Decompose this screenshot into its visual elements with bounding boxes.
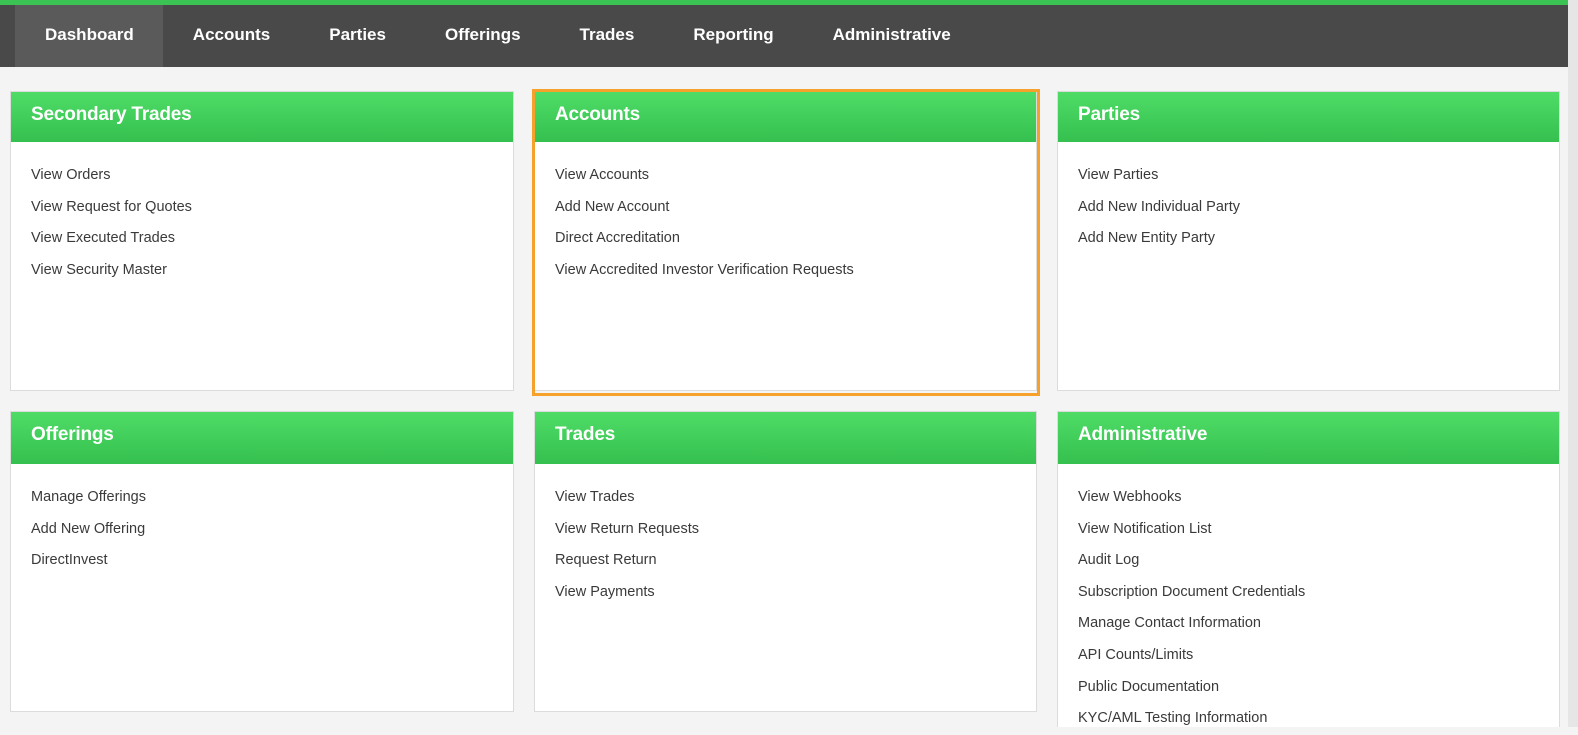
nav-item-offerings[interactable]: Offerings [415,5,550,67]
card-accounts: Accounts View Accounts Add New Account D… [534,91,1037,391]
link-manage-contact-information[interactable]: Manage Contact Information [1078,608,1559,640]
link-subscription-document-credentials[interactable]: Subscription Document Credentials [1078,577,1559,609]
card-parties: Parties View Parties Add New Individual … [1057,91,1560,391]
link-add-new-offering[interactable]: Add New Offering [31,514,513,546]
card-title: Secondary Trades [11,92,513,142]
link-view-accounts[interactable]: View Accounts [555,160,1036,192]
link-view-payments[interactable]: View Payments [555,577,1036,609]
card-administrative: Administrative View Webhooks View Notifi… [1057,411,1560,727]
card-links: View Parties Add New Individual Party Ad… [1058,142,1559,255]
card-title: Parties [1058,92,1559,142]
card-links: View Trades View Return Requests Request… [535,464,1036,608]
top-navigation-bar: Dashboard Accounts Parties Offerings Tra… [0,0,1568,67]
link-public-documentation[interactable]: Public Documentation [1078,672,1559,704]
card-links: View Accounts Add New Account Direct Acc… [535,142,1036,286]
card-title: Trades [535,412,1036,464]
nav-item-parties[interactable]: Parties [299,5,415,67]
nav-item-reporting[interactable]: Reporting [663,5,802,67]
link-direct-accreditation[interactable]: Direct Accreditation [555,223,1036,255]
window-edge [1568,0,1578,727]
main-nav: Dashboard Accounts Parties Offerings Tra… [15,5,1568,67]
link-directinvest[interactable]: DirectInvest [31,545,513,577]
card-links: Manage Offerings Add New Offering Direct… [11,464,513,577]
link-manage-offerings[interactable]: Manage Offerings [31,482,513,514]
link-view-return-requests[interactable]: View Return Requests [555,514,1036,546]
link-api-counts-limits[interactable]: API Counts/Limits [1078,640,1559,672]
link-add-new-account[interactable]: Add New Account [555,192,1036,224]
link-view-webhooks[interactable]: View Webhooks [1078,482,1559,514]
card-secondary-trades: Secondary Trades View Orders View Reques… [10,91,514,391]
card-title: Administrative [1058,412,1559,464]
link-view-notification-list[interactable]: View Notification List [1078,514,1559,546]
link-add-new-entity-party[interactable]: Add New Entity Party [1078,223,1559,255]
card-title: Offerings [11,412,513,464]
link-view-parties[interactable]: View Parties [1078,160,1559,192]
card-trades: Trades View Trades View Return Requests … [534,411,1037,712]
card-title: Accounts [535,92,1036,142]
nav-item-dashboard[interactable]: Dashboard [15,5,163,67]
link-add-new-individual-party[interactable]: Add New Individual Party [1078,192,1559,224]
link-view-executed-trades[interactable]: View Executed Trades [31,223,513,255]
link-request-return[interactable]: Request Return [555,545,1036,577]
card-offerings: Offerings Manage Offerings Add New Offer… [10,411,514,712]
link-kyc-aml-testing-information[interactable]: KYC/AML Testing Information [1078,703,1559,735]
link-view-trades[interactable]: View Trades [555,482,1036,514]
link-view-orders[interactable]: View Orders [31,160,513,192]
card-links: View Webhooks View Notification List Aud… [1058,464,1559,735]
nav-item-accounts[interactable]: Accounts [163,5,299,67]
nav-item-trades[interactable]: Trades [550,5,664,67]
link-view-request-for-quotes[interactable]: View Request for Quotes [31,192,513,224]
card-links: View Orders View Request for Quotes View… [11,142,513,286]
link-view-security-master[interactable]: View Security Master [31,255,513,287]
link-view-accredited-investor-verification-requests[interactable]: View Accredited Investor Verification Re… [555,255,1036,287]
link-audit-log[interactable]: Audit Log [1078,545,1559,577]
nav-item-administrative[interactable]: Administrative [803,5,980,67]
